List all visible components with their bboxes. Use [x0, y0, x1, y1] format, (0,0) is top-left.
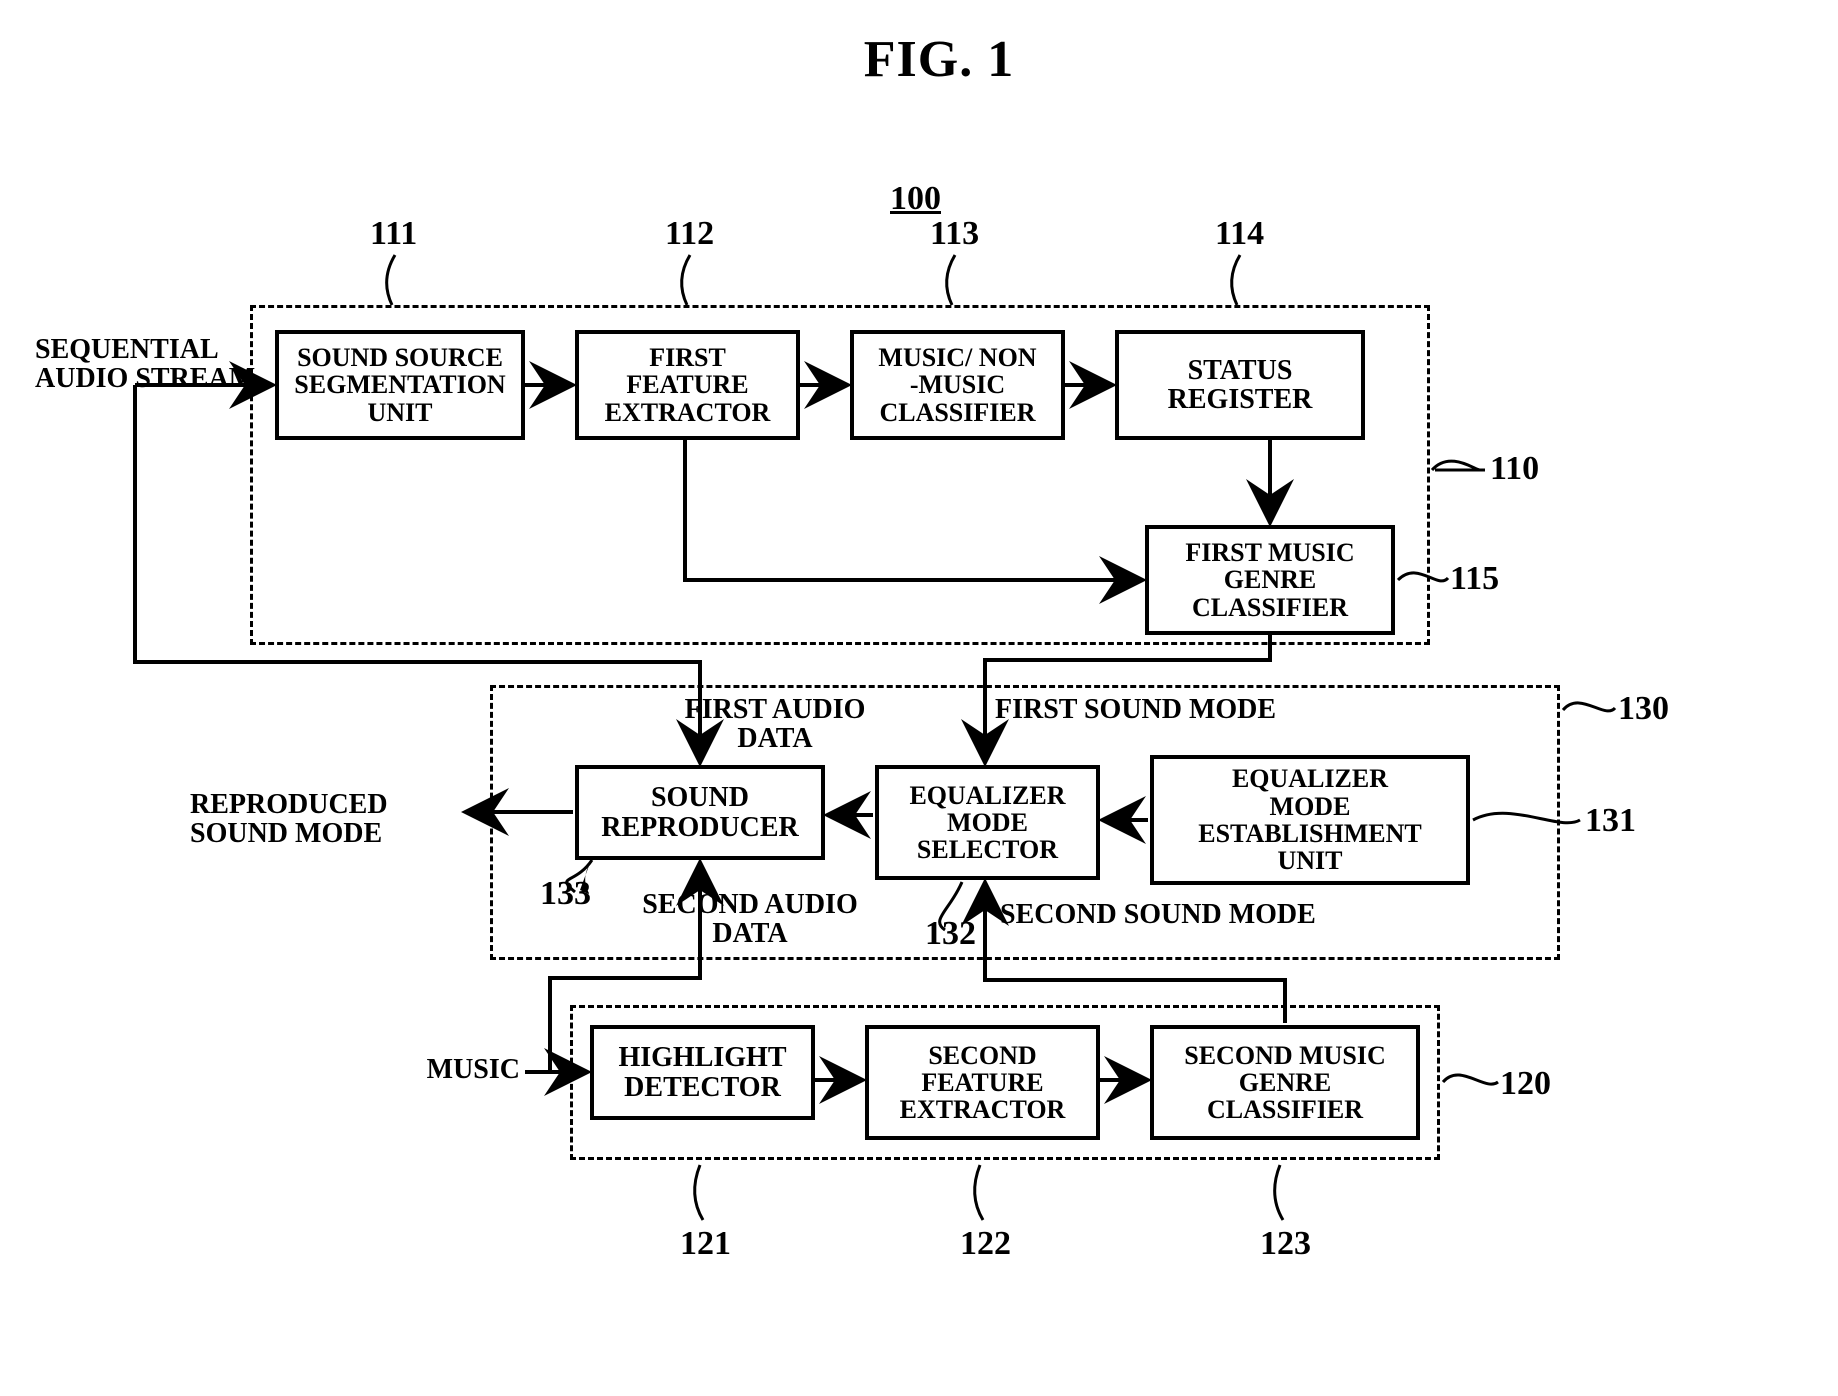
ref-131: 131 [1585, 802, 1636, 840]
label-reproduced: REPRODUCED SOUND MODE [190, 790, 450, 849]
block-first-feature-extractor: FIRST FEATURE EXTRACTOR [575, 330, 800, 440]
block-music-nonmusic-classifier: MUSIC/ NON -MUSIC CLASSIFIER [850, 330, 1065, 440]
block-sound-reproducer: SOUND REPRODUCER [575, 765, 825, 860]
ref-111: 111 [370, 215, 417, 253]
diagram-canvas: FIG. 1 100 111 112 113 114 SOUND SOURCE … [20, 20, 1838, 1376]
label-second-audio-data: SECOND AUDIO DATA [620, 890, 880, 949]
figure-title: FIG. 1 [20, 30, 1838, 89]
label-first-sound-mode: FIRST SOUND MODE [995, 695, 1305, 724]
ref-132: 132 [925, 915, 976, 953]
block-label: STATUS REGISTER [1168, 356, 1313, 415]
block-label: FIRST MUSIC GENRE CLASSIFIER [1185, 539, 1354, 621]
block-label: EQUALIZER MODE SELECTOR [909, 782, 1065, 864]
ref-113: 113 [930, 215, 979, 253]
block-highlight-detector: HIGHLIGHT DETECTOR [590, 1025, 815, 1120]
label-first-audio-data: FIRST AUDIO DATA [660, 695, 890, 754]
block-label: FIRST FEATURE EXTRACTOR [605, 344, 771, 426]
block-label: SOUND REPRODUCER [601, 783, 799, 842]
ref-112: 112 [665, 215, 714, 253]
label-music: MUSIC [400, 1055, 520, 1084]
block-equalizer-mode-selector: EQUALIZER MODE SELECTOR [875, 765, 1100, 880]
block-second-music-genre-classifier: SECOND MUSIC GENRE CLASSIFIER [1150, 1025, 1420, 1140]
ref-122: 122 [960, 1225, 1011, 1263]
block-label: SOUND SOURCE SEGMENTATION UNIT [294, 344, 505, 426]
ref-114: 114 [1215, 215, 1264, 253]
block-label: HIGHLIGHT DETECTOR [618, 1043, 786, 1102]
label-second-sound-mode: SECOND SOUND MODE [1000, 900, 1340, 929]
block-label: SECOND FEATURE EXTRACTOR [900, 1042, 1066, 1124]
block-first-music-genre-classifier: FIRST MUSIC GENRE CLASSIFIER [1145, 525, 1395, 635]
block-equalizer-mode-establishment: EQUALIZER MODE ESTABLISHMENT UNIT [1150, 755, 1470, 885]
label-sequential-audio: SEQUENTIAL AUDIO STREAM [35, 335, 265, 394]
ref-123: 123 [1260, 1225, 1311, 1263]
block-sound-source-segmentation: SOUND SOURCE SEGMENTATION UNIT [275, 330, 525, 440]
ref-100: 100 [890, 180, 941, 218]
ref-130: 130 [1618, 690, 1669, 728]
ref-121: 121 [680, 1225, 731, 1263]
ref-110: 110 [1490, 450, 1539, 488]
block-label: SECOND MUSIC GENRE CLASSIFIER [1184, 1042, 1386, 1124]
ref-120: 120 [1500, 1065, 1551, 1103]
ref-133: 133 [540, 875, 591, 913]
block-label: MUSIC/ NON -MUSIC CLASSIFIER [878, 344, 1036, 426]
block-second-feature-extractor: SECOND FEATURE EXTRACTOR [865, 1025, 1100, 1140]
block-status-register: STATUS REGISTER [1115, 330, 1365, 440]
ref-115: 115 [1450, 560, 1499, 598]
block-label: EQUALIZER MODE ESTABLISHMENT UNIT [1198, 765, 1421, 874]
